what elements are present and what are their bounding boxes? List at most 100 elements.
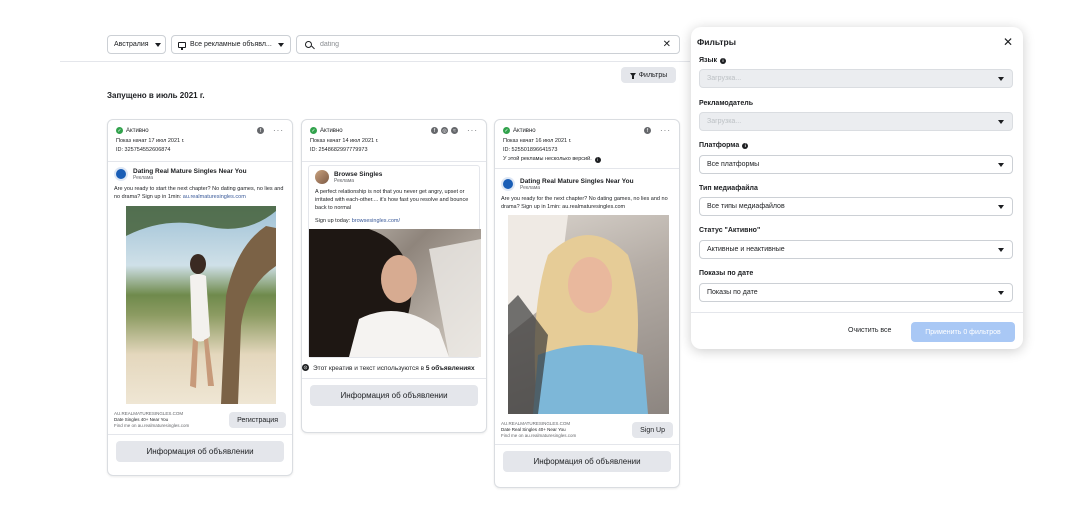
monitor-icon xyxy=(178,41,186,50)
search-box: ✕ xyxy=(296,35,680,54)
card-icons: f ··· xyxy=(257,126,284,134)
advertiser-header: Dating Real Mature Singles Near You Рекл… xyxy=(495,177,679,191)
status-dropdown[interactable]: Активные и неактивные xyxy=(699,240,1013,259)
signup-button[interactable]: Регистрация xyxy=(229,412,286,428)
card-divider xyxy=(495,444,679,445)
impressions-date-dropdown[interactable]: Показы по дате xyxy=(699,283,1013,302)
ad-photo-illustration xyxy=(508,215,648,414)
facebook-icon: f xyxy=(431,127,438,134)
panel-footer-divider xyxy=(691,312,1023,313)
ad-details-button[interactable]: Информация об объявлении xyxy=(503,451,671,472)
ad-card-header: ✓ Активно Показ начат 17 июл 2021 г. ID:… xyxy=(108,120,292,155)
more-dots-icon[interactable]: ··· xyxy=(273,126,284,134)
creative-count[interactable]: 5 объявлениях xyxy=(426,365,475,372)
creative-note-text: Этот креатив и текст используются в 5 об… xyxy=(313,364,475,373)
clear-search-icon[interactable]: ✕ xyxy=(663,39,671,50)
info-icon[interactable]: i xyxy=(720,57,726,64)
advertiser-header: Dating Real Mature Singles Near You Рекл… xyxy=(108,167,292,181)
creative-note: ⊙ Этот креатив и текст используются в 5 … xyxy=(302,358,486,373)
facebook-icon: f xyxy=(257,127,264,134)
ad-link[interactable]: au.realmaturesingles.com xyxy=(183,194,246,200)
advertiser-avatar[interactable] xyxy=(315,170,329,184)
advertiser-name[interactable]: Dating Real Mature Singles Near You xyxy=(520,178,634,185)
advertiser-header: Browse Singles Реклама xyxy=(309,170,479,184)
advertiser-avatar[interactable] xyxy=(114,167,128,181)
more-dots-icon[interactable]: ··· xyxy=(467,126,478,134)
ad-details-button[interactable]: Информация об объявлении xyxy=(116,441,284,462)
signup-button[interactable]: Sign Up xyxy=(632,422,673,438)
versions-note: У этой рекламы несколько версий. i xyxy=(503,155,671,164)
ad-text: A perfect relationship is not that you n… xyxy=(315,189,469,211)
ad-details-button[interactable]: Информация об объявлении xyxy=(310,385,478,406)
filter-icon xyxy=(629,73,636,79)
dropdown-value: Активные и неактивные xyxy=(707,246,785,253)
search-icon xyxy=(305,41,312,48)
filter-label-text: Тип медиафайла xyxy=(699,185,758,192)
filter-label-status: Статус "Активно" xyxy=(699,227,760,234)
ad-footer-text: AU.REALMATURESINGLES.COM Date Singles 40… xyxy=(114,411,189,429)
filter-label-advertiser: Рекламодатель xyxy=(699,100,753,107)
creative-note-prefix: Этот креатив и текст используются в xyxy=(313,365,426,372)
ad-image[interactable] xyxy=(508,215,669,414)
versions-text: У этой рекламы несколько версий. xyxy=(503,156,592,162)
advertiser-dropdown[interactable]: Загрузка... xyxy=(699,112,1013,131)
card-divider xyxy=(302,378,486,379)
ad-start-date: Показ начат 14 июл 2021 г. xyxy=(310,138,379,144)
ad-footer: AU.REALMATURESINGLES.COM Date Singles 40… xyxy=(108,411,292,429)
filter-label-text: Рекламодатель xyxy=(699,100,753,107)
check-circle-icon: ✓ xyxy=(503,127,510,134)
ad-image[interactable] xyxy=(126,206,276,404)
card-divider xyxy=(108,161,292,162)
apply-filters-button[interactable]: Применить 0 фильтров xyxy=(911,322,1015,342)
info-icon[interactable]: i xyxy=(742,142,749,149)
country-select[interactable]: Австралия xyxy=(107,35,166,54)
ad-meta: Показ начат 17 июл 2021 г. ID: 325754552… xyxy=(116,137,284,155)
filter-label-platform: Платформа i xyxy=(699,142,749,149)
info-icon[interactable]: i xyxy=(594,156,601,163)
filter-label-text: Показы по дате xyxy=(699,270,754,277)
advertiser-avatar[interactable] xyxy=(501,177,515,191)
status-label: Активно xyxy=(513,127,536,134)
filters-button[interactable]: Фильтры xyxy=(621,67,676,83)
ad-type-label: Все рекламные объявл... xyxy=(178,41,272,50)
dropdown-value: Все платформы xyxy=(707,161,760,168)
instagram-icon: ◎ xyxy=(441,127,448,134)
ad-card-header: ✓ Активно Показ начат 16 июл 2021 г. ID:… xyxy=(495,120,679,164)
dropdown-value: Загрузка... xyxy=(707,75,742,82)
ad-image[interactable] xyxy=(309,229,481,357)
ad-type-select-value: Все рекламные объявл... xyxy=(190,41,272,48)
ad-type-select[interactable]: Все рекламные объявл... xyxy=(171,35,291,54)
ad-photo-illustration xyxy=(126,206,276,404)
layers-icon: ⊙ xyxy=(302,364,309,371)
advertiser-name[interactable]: Browse Singles xyxy=(334,171,382,178)
check-circle-icon: ✓ xyxy=(116,127,123,134)
filters-button-label: Фильтры xyxy=(638,71,668,79)
ad-link[interactable]: browsesingles.com/ xyxy=(352,218,400,224)
search-input[interactable] xyxy=(320,41,655,48)
filter-label-text: Платформа xyxy=(699,142,740,149)
language-dropdown[interactable]: Загрузка... xyxy=(699,69,1013,88)
ad-footer-text: AU.REALMATURESINGLES.COM Date Real Singl… xyxy=(501,421,576,439)
advertiser-name[interactable]: Dating Real Mature Singles Near You xyxy=(133,168,247,175)
platform-dropdown[interactable]: Все платформы xyxy=(699,155,1013,174)
clear-all-button[interactable]: Очистить все xyxy=(848,327,891,334)
chevron-down-icon xyxy=(278,42,284,47)
filter-label-text: Язык xyxy=(699,57,717,64)
card-divider xyxy=(302,161,486,162)
ad-card-3: ✓ Активно Показ начат 16 июл 2021 г. ID:… xyxy=(494,119,680,488)
media-type-dropdown[interactable]: Все типы медиафайлов xyxy=(699,197,1013,216)
ad-card-header: ✓ Активно Показ начат 14 июл 2021 г. ID:… xyxy=(302,120,486,155)
card-divider xyxy=(108,434,292,435)
close-icon[interactable]: ✕ xyxy=(1003,35,1013,49)
ad-id: ID: 525501896641573 xyxy=(503,147,558,153)
dropdown-value: Загрузка... xyxy=(707,118,742,125)
card-icons: f ◎ ≈ ··· xyxy=(431,126,478,134)
chevron-down-icon xyxy=(998,162,1004,167)
more-dots-icon[interactable]: ··· xyxy=(660,126,671,134)
ad-photo-illustration xyxy=(309,229,481,357)
launched-heading: Запущено в июль 2021 г. xyxy=(107,91,205,100)
filter-label-impressions-date: Показы по дате xyxy=(699,270,753,277)
ad-start-date: Показ начат 17 июл 2021 г. xyxy=(116,138,185,144)
filters-panel: Фильтры ✕ Язык i Загрузка... Рекламодател… xyxy=(691,27,1023,349)
ad-body-text: Are you ready to start the next chapter?… xyxy=(108,185,292,201)
